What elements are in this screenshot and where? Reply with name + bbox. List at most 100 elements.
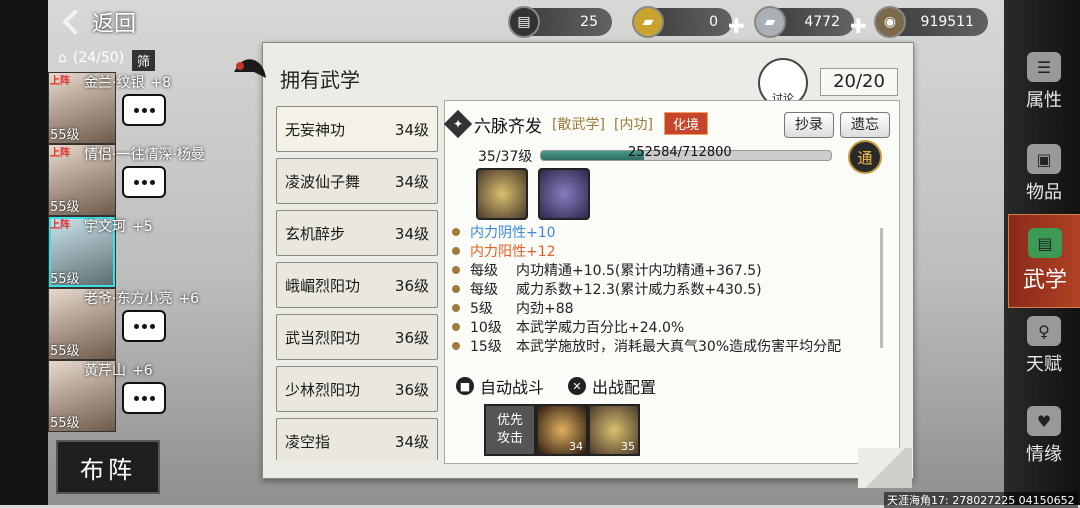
tab-attributes[interactable]: ☰ 属性 xyxy=(1008,36,1080,128)
priority-label: 优先攻击 xyxy=(496,413,523,446)
skill-palm-icon[interactable] xyxy=(476,168,528,220)
watermark: 天涯海角17: 278027225 04150652 xyxy=(884,492,1078,508)
hero-card[interactable]: 老爷·东方小亮 +6 55级 xyxy=(48,288,264,360)
attribute-row: 15级 本武学施放时，消耗最大真气30%造成伤害平均分配 xyxy=(452,336,892,355)
attribute-text: 内劲+88 xyxy=(516,300,574,317)
back-button[interactable]: 返回 xyxy=(58,4,136,40)
tab-label: 天赋 xyxy=(1026,354,1062,375)
formation-button[interactable]: 布阵 xyxy=(56,440,160,494)
item-level: 34级 xyxy=(394,121,429,139)
copy-button[interactable]: 抄录 xyxy=(784,112,834,138)
tab-items[interactable]: ▣ 物品 xyxy=(1008,128,1080,220)
item-level: 34级 xyxy=(394,433,429,451)
hero-name-text: 金兰·纹银 xyxy=(84,75,145,91)
auto-battle-toggle[interactable]: ■ 自动战斗 xyxy=(456,374,544,398)
list-item[interactable]: 玄机醉步 34级 xyxy=(276,210,438,256)
martial-arts-list[interactable]: 无妄神功 34级 凌波仙子舞 34级 玄机醉步 34级 峨嵋烈阳功 36级 武当烈阳功 3… xyxy=(272,100,440,460)
mastery-badge[interactable]: 通 xyxy=(848,140,882,174)
attribute-text: 本武学施放时，消耗最大真气30%造成伤害平均分配 xyxy=(516,338,842,355)
skill-hand-icon[interactable] xyxy=(538,168,590,220)
back-arrow-icon xyxy=(62,9,88,35)
resource-gold: ▰ 0 xyxy=(632,6,732,38)
attribute-scrollbar[interactable] xyxy=(880,228,883,348)
hero-card[interactable]: 上阵 情侣·一往情深·杨曼 55级 xyxy=(48,144,264,216)
slot-level: 35 xyxy=(621,440,635,453)
item-name: 玄机醉步 xyxy=(285,225,346,243)
chest-icon: ▣ xyxy=(1027,144,1061,174)
hero-name-text: 宇文珂 xyxy=(84,219,126,235)
auto-battle-label: 自动战斗 xyxy=(480,378,545,397)
bullet-icon xyxy=(452,227,460,236)
hero-name: 老爷·东方小亮 +6 xyxy=(84,288,199,308)
attribute-condition: 每级 xyxy=(470,262,498,279)
martial-arts-count: 20/20 xyxy=(820,68,898,96)
attribute-condition: 10级 xyxy=(470,319,502,336)
hero-level: 55级 xyxy=(50,272,80,287)
roster-count-text: (24/50) xyxy=(72,50,125,66)
hero-bonus: +8 xyxy=(150,75,172,91)
bullet-icon xyxy=(452,284,460,293)
hero-card-selected[interactable]: 上阵 宇文珂 +5 55级 xyxy=(48,216,264,288)
chat-bubble-icon[interactable] xyxy=(122,310,166,342)
panel-title: 拥有武学 xyxy=(280,68,360,92)
item-level: 36级 xyxy=(394,381,429,399)
list-item[interactable]: 无妄神功 34级 xyxy=(276,106,438,152)
exp-text: 252584/712800 xyxy=(628,145,732,160)
coin-icon: ◉ xyxy=(874,6,906,38)
list-item[interactable]: 峨嵋烈阳功 36级 xyxy=(276,262,438,308)
list-item[interactable]: 凌波仙子舞 34级 xyxy=(276,158,438,204)
skill-level: 35/37级 xyxy=(478,149,533,165)
filter-button[interactable]: 筛 xyxy=(132,50,156,71)
tab-talent[interactable]: ♀ 天赋 xyxy=(1008,300,1080,392)
battle-config-label: 出战配置 xyxy=(592,378,657,397)
bullet-icon xyxy=(452,303,460,312)
resource-ticket: ▤ 25 xyxy=(508,6,612,38)
list-item[interactable]: 武当烈阳功 36级 xyxy=(276,314,438,360)
list-item[interactable]: 少林烈阳功 36级 xyxy=(276,366,438,412)
chat-bubble-icon[interactable] xyxy=(122,166,166,198)
ticket-value: 25 xyxy=(580,14,598,30)
tab-label: 情缘 xyxy=(1026,444,1062,465)
attribute-condition: 每级 xyxy=(470,281,498,298)
add-silver-icon[interactable]: ✚ xyxy=(850,14,867,38)
hero-card[interactable]: 黄芹山 +6 55级 xyxy=(48,360,264,432)
crossed-swords-icon: ✕ xyxy=(568,377,586,395)
on-team-badge: 上阵 xyxy=(50,148,70,159)
battle-config-button[interactable]: ✕ 出战配置 xyxy=(568,374,656,398)
tab-martial-arts[interactable]: ▤ 武学 xyxy=(1008,214,1080,308)
bullet-icon xyxy=(452,246,460,255)
hat-icon: ⌂ xyxy=(58,50,67,66)
item-level: 36级 xyxy=(394,329,429,347)
bullet-icon xyxy=(452,341,460,350)
item-level: 34级 xyxy=(394,173,429,191)
attribute-row: 每级 威力系数+12.3(累计威力系数+430.5) xyxy=(452,279,892,298)
list-item[interactable]: 凌空指 34级 xyxy=(276,418,438,460)
forget-button[interactable]: 遗忘 xyxy=(840,112,890,138)
battle-skill-slot[interactable]: 34 xyxy=(536,404,588,456)
gold-value: 0 xyxy=(709,14,718,30)
attribute-text: 本武学威力百分比+24.0% xyxy=(516,319,685,336)
attribute-row: 内力阳性+12 xyxy=(452,241,892,260)
chat-bubble-icon[interactable] xyxy=(122,382,166,414)
on-team-badge: 上阵 xyxy=(50,220,70,231)
left-strip xyxy=(0,0,48,505)
attribute-row: 内力阴性+10 xyxy=(452,222,892,241)
realm-badge: 化境 xyxy=(664,112,709,135)
resource-silver: ▰ 4772 xyxy=(754,6,854,38)
priority-attack-slot[interactable]: 优先攻击 xyxy=(484,404,536,456)
tab-affinity[interactable]: ♥ 情缘 xyxy=(1008,390,1080,482)
book-icon: ▤ xyxy=(1028,228,1062,258)
chat-bubble-icon[interactable] xyxy=(122,94,166,126)
item-level: 36级 xyxy=(394,277,429,295)
skill-name: 六脉齐发 xyxy=(474,117,542,137)
hero-level: 55级 xyxy=(50,128,80,143)
hero-name: 情侣·一往情深·杨曼 xyxy=(84,144,205,164)
hero-level: 55级 xyxy=(50,200,80,215)
heart-icon: ♥ xyxy=(1027,406,1061,436)
silver-ingot-icon: ▰ xyxy=(754,6,786,38)
battle-skill-slot[interactable]: 35 xyxy=(588,404,640,456)
add-gold-icon[interactable]: ✚ xyxy=(728,14,745,38)
attribute-list: 内力阴性+10 内力阳性+12 每级 内功精通+10.5(累计内功精通+367.5… xyxy=(452,222,892,355)
attribute-text: 内功精通+10.5(累计内功精通+367.5) xyxy=(516,262,762,279)
hero-bonus: +5 xyxy=(132,219,153,235)
